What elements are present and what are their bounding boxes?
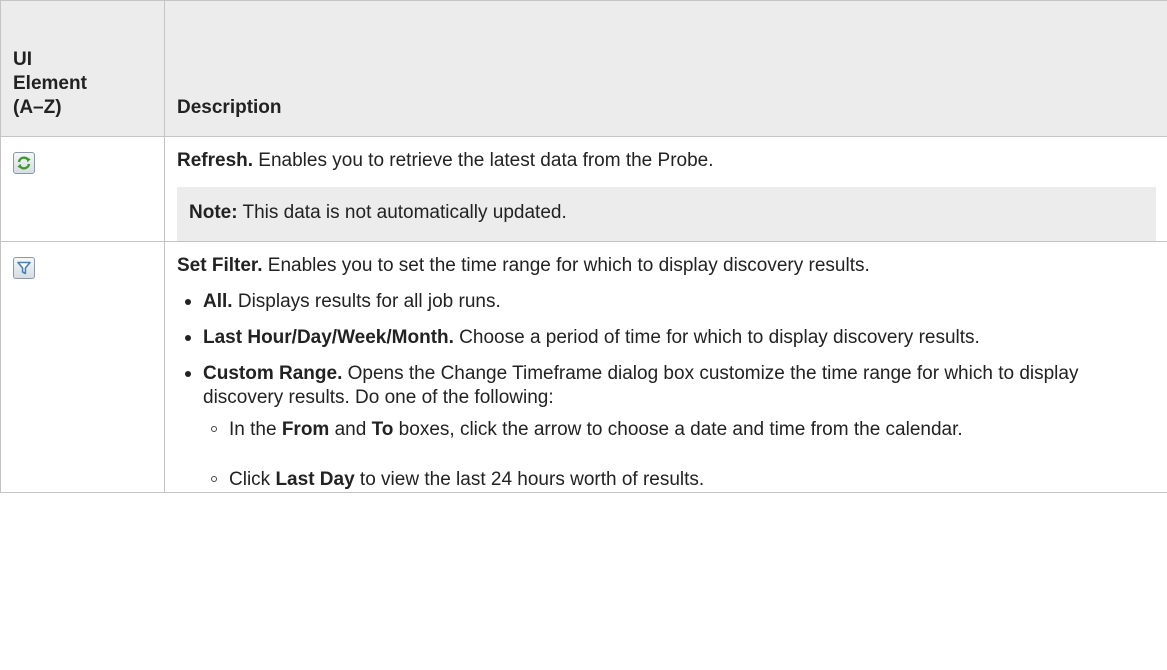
option-label: All. — [203, 291, 233, 312]
icon-cell — [0, 241, 165, 493]
option-label: Custom Range. — [203, 363, 343, 384]
list-item: All. Displays results for all job runs. — [177, 290, 1155, 314]
filter-icon — [13, 257, 35, 279]
sub-bold: From — [281, 419, 330, 440]
filter-options-list: All. Displays results for all job runs. … — [177, 290, 1155, 492]
list-item: Custom Range. Opens the Change Timeframe… — [177, 362, 1155, 492]
refresh-title: Refresh. — [177, 150, 254, 171]
note-text: This data is not automatically updated. — [237, 202, 567, 223]
sub-list-item: Click Last Day to view the last 24 hours… — [203, 468, 1155, 492]
filter-text: Enables you to set the time range for wh… — [262, 255, 870, 276]
option-text: Displays results for all job runs. — [232, 291, 501, 312]
refresh-text: Enables you to retrieve the latest data … — [253, 150, 714, 171]
description-cell: Set Filter. Enables you to set the time … — [164, 241, 1167, 493]
header-description: Description — [164, 0, 1167, 137]
sub-text: to view the last 24 hours worth of resul… — [354, 469, 705, 490]
icon-cell — [0, 136, 165, 242]
header-ui-element-line3: (A–Z) — [13, 97, 62, 118]
sub-text: and — [329, 419, 372, 440]
sub-text: In the — [229, 419, 282, 440]
sub-bold: Last Day — [275, 469, 355, 490]
spacer — [203, 442, 1155, 460]
filter-description: Set Filter. Enables you to set the time … — [177, 254, 1155, 278]
bullet-icon — [185, 299, 191, 305]
sub-list-item: In the From and To boxes, click the arro… — [203, 418, 1155, 442]
sub-text: Click — [229, 469, 276, 490]
filter-title: Set Filter. — [177, 255, 263, 276]
option-label: Last Hour/Day/Week/Month. — [203, 327, 454, 348]
description-cell: Refresh. Enables you to retrieve the lat… — [164, 136, 1167, 242]
header-ui-element-line1: UI — [13, 49, 32, 70]
refresh-icon — [13, 152, 35, 174]
table-row-refresh: Refresh. Enables you to retrieve the lat… — [0, 136, 1167, 242]
list-item: Last Hour/Day/Week/Month. Choose a perio… — [177, 326, 1155, 350]
bullet-icon — [185, 335, 191, 341]
note-label: Note: — [189, 202, 238, 223]
custom-range-sublist: In the From and To boxes, click the arro… — [203, 418, 1155, 492]
sub-text: boxes, click the arrow to choose a date … — [393, 419, 963, 440]
circle-bullet-icon — [211, 426, 217, 432]
ui-elements-table: UI Element (A–Z) Description Refresh. En… — [0, 0, 1167, 493]
option-text: Choose a period of time for which to dis… — [453, 327, 980, 348]
circle-bullet-icon — [211, 476, 217, 482]
sub-bold: To — [371, 419, 394, 440]
table-row-set-filter: Set Filter. Enables you to set the time … — [0, 241, 1167, 493]
note-box: Note: This data is not automatically upd… — [177, 187, 1156, 241]
bullet-icon — [185, 371, 191, 377]
header-ui-element-line2: Element — [13, 73, 87, 94]
refresh-description: Refresh. Enables you to retrieve the lat… — [177, 149, 1155, 173]
header-ui-element: UI Element (A–Z) — [0, 0, 165, 137]
table-header-row: UI Element (A–Z) Description — [0, 0, 1167, 137]
